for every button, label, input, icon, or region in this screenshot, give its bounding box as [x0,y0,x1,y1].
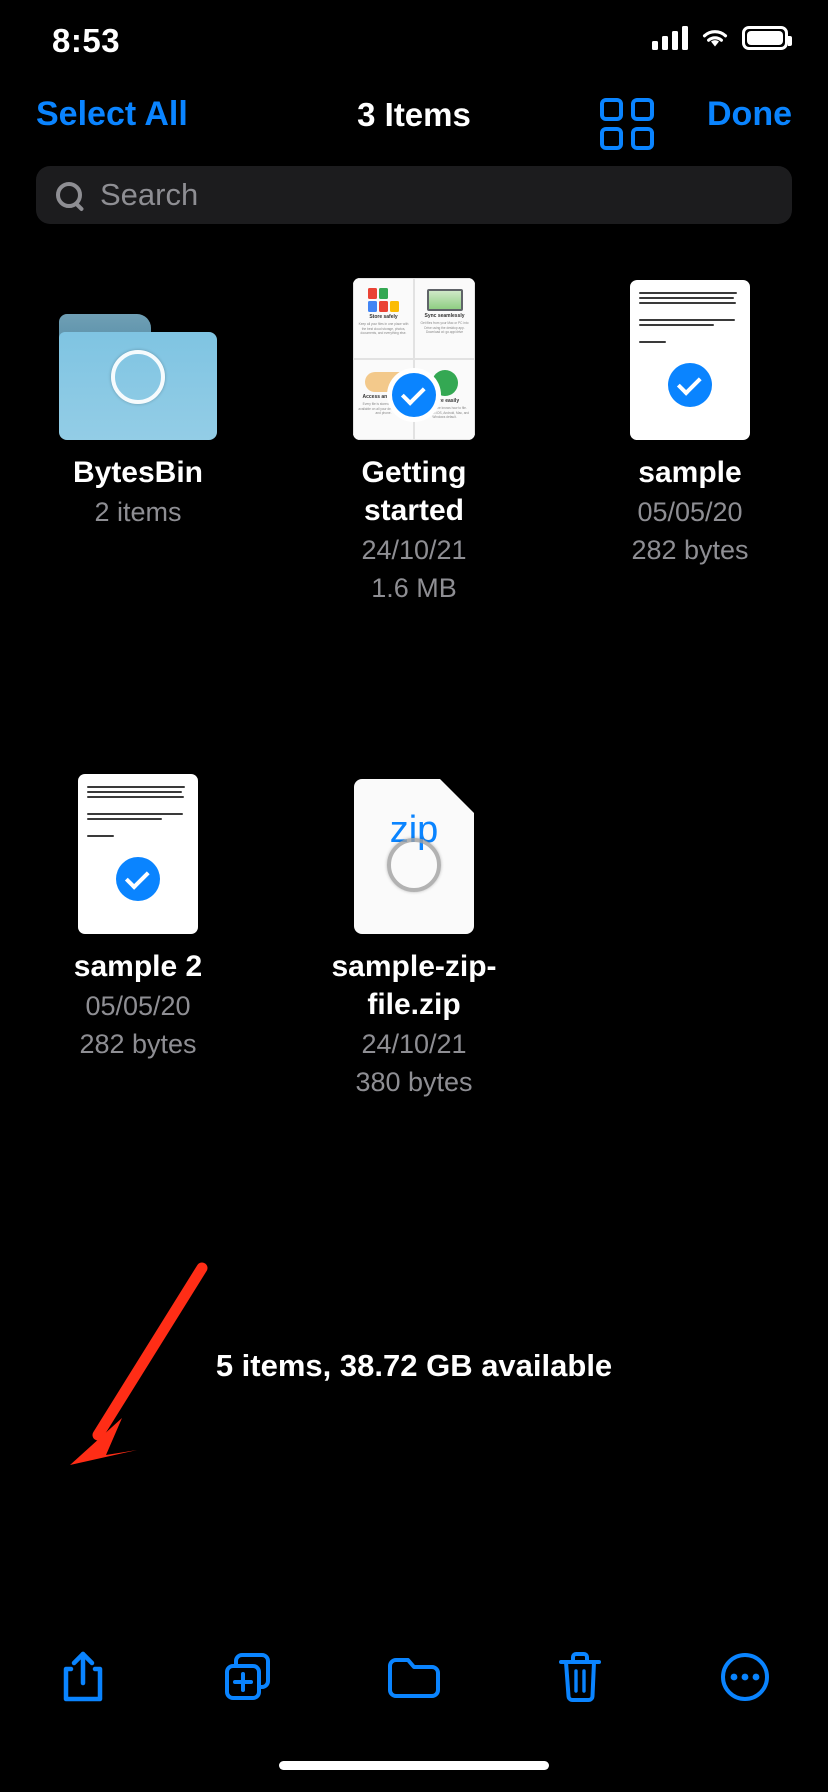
panel-title: Sync seamlessly [424,313,465,319]
thumbnail [78,744,198,934]
item-meta: 05/05/20 [637,497,743,527]
status-bar: 8:53 [0,0,828,88]
panel-title: Store safely [369,314,398,320]
item-name: sample [638,456,742,489]
selection-indicator[interactable] [387,838,441,892]
file-type-icons [368,288,399,312]
navigation-bar: Select All 3 Items Done [0,92,828,154]
item-meta: 282 bytes [79,1029,197,1059]
laptop-icon [426,289,463,311]
item-name: sample-zip-file.zip [331,950,497,1021]
selection-indicator[interactable] [111,350,165,404]
grid-item-document[interactable]: sample 2 05/05/20 282 bytes [0,744,276,1100]
item-meta: 2 items [94,497,182,527]
folder-icon [387,1658,440,1698]
search-placeholder: Search [100,177,199,212]
status-bar-indicators [652,26,792,50]
trash-icon [558,1652,601,1702]
grid-item-pdf[interactable]: Store safely Keep all your files in one … [276,250,552,606]
item-name: BytesBin [72,456,204,489]
item-meta: 282 bytes [631,535,749,565]
thumbnail [59,250,217,440]
pdf-preview-icon: Store safely Keep all your files in one … [353,278,475,440]
share-button[interactable] [0,1649,166,1705]
grid-item-document[interactable]: sample 05/05/20 282 bytes [552,250,828,606]
document-text-lines [630,280,750,358]
thumbnail [630,250,750,440]
new-folder-button[interactable] [166,1651,332,1703]
item-meta: 380 bytes [355,1067,473,1097]
add-document-icon [225,1653,271,1700]
share-icon [63,1651,103,1702]
folder-icon [59,314,217,440]
zip-file-icon: zip [354,779,474,934]
panel-subtitle: Get files from your Mac or PC into Drive… [420,321,469,335]
pdf-panel: Sync seamlessly Get files from your Mac … [414,278,475,359]
ellipsis-circle-icon [721,1653,770,1701]
selection-indicator[interactable] [387,368,441,422]
item-meta: 05/05/20 [85,991,191,1021]
item-meta: 24/10/21 [361,535,467,565]
thumbnail: Store safely Keep all your files in one … [353,250,475,440]
delete-button[interactable] [497,1650,663,1704]
status-bar-time: 8:53 [52,22,121,59]
page-title: 3 Items [357,96,471,133]
more-button[interactable] [662,1651,828,1703]
folder-button[interactable] [331,1654,497,1700]
document-preview-icon [630,280,750,440]
home-indicator [279,1761,549,1770]
search-icon [56,182,82,208]
signal-bars-icon [652,26,688,50]
item-meta: 24/10/21 [361,1029,467,1059]
item-meta: 1.6 MB [371,573,457,603]
storage-status-text: 5 items, 38.72 GB available [215,1348,613,1383]
grid-item-folder[interactable]: BytesBin 2 items [0,250,276,606]
selection-indicator[interactable] [111,852,165,906]
battery-icon [742,26,792,50]
panel-subtitle: Keep all your files in one place with th… [358,322,409,336]
grid-item-zip[interactable]: zip sample-zip-file.zip 24/10/21 380 byt… [276,744,552,1100]
pdf-panel: Store safely Keep all your files in one … [353,278,414,359]
selection-indicator[interactable] [663,358,717,412]
wifi-icon [700,26,730,50]
files-app-screen: 8:53 Select All 3 Items Done Search Byte… [0,0,828,1792]
item-name: Getting started [361,456,467,527]
file-grid: BytesBin 2 items Store safely Keep all y… [0,250,828,1110]
search-field[interactable]: Search [36,166,792,224]
bottom-toolbar [0,1634,828,1720]
document-preview-icon [78,774,198,934]
item-name: sample 2 [73,950,203,983]
grid-view-icon[interactable] [600,98,656,150]
done-button[interactable]: Done [707,95,792,134]
thumbnail: zip [354,744,474,934]
document-text-lines [78,774,198,852]
